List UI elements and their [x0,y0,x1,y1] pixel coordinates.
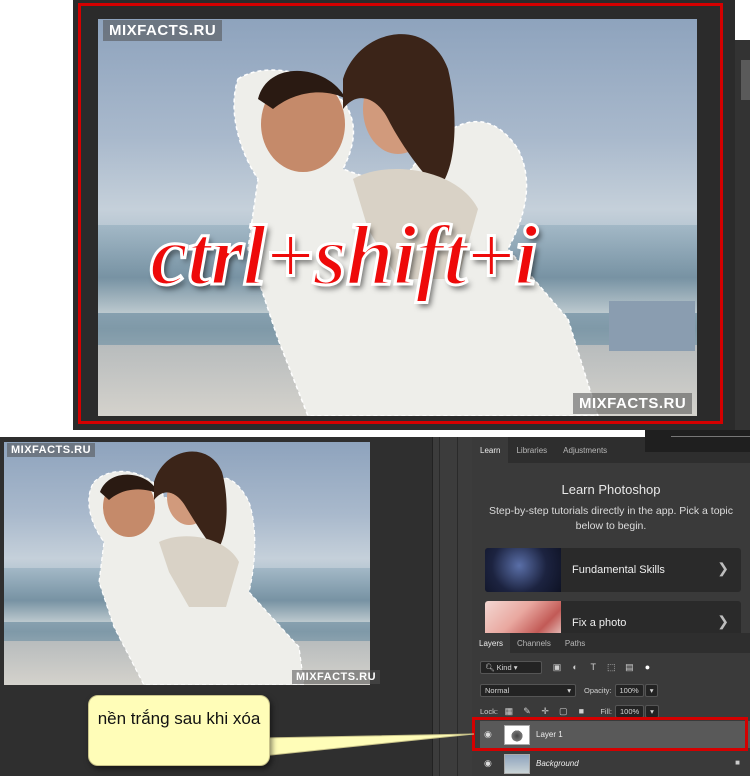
blend-mode-value: Normal [485,686,510,695]
layers-panel-tabs: Layers Channels Paths [472,633,750,653]
layer-lock-icon: ■ [735,758,740,767]
layer-row-background[interactable]: ◉ Background ■ [480,750,750,776]
panel-dock-strip [432,437,473,776]
panel-header-strip [645,430,750,452]
gray-patch [609,301,695,351]
opacity-label: Opacity: [584,686,612,695]
shape-filter-icon[interactable]: ⬚ [606,663,616,672]
smart-object-filter-icon[interactable]: ▤ [624,663,634,672]
kind-filter-select[interactable]: 🔍︎ Kind ▾ [480,661,542,674]
fundamental-skills-thumbnail [485,548,561,592]
adjustment-filter-icon[interactable]: ◐ [570,663,580,672]
learn-description: Step-by-step tutorials directly in the a… [489,505,733,532]
layer-thumbnail [504,754,530,774]
layer-1-highlight-box [472,717,748,751]
watermark-bottom-right-small: MIXFACTS.RU [292,670,381,684]
visibility-eye-icon[interactable]: ◉ [484,758,492,769]
chevron-right-icon: ❯ [717,560,729,576]
bottom-photo [4,442,370,685]
tab-layers[interactable]: Layers [472,633,511,653]
card-label: Fundamental Skills [572,564,665,576]
layers-panel: Layers Channels Paths 🔍︎ Kind ▾ ▣ ◐ T ⬚ … [472,633,750,776]
blend-row: Normal ▾ Opacity: 100% ▾ [480,684,659,697]
panel-edge [735,40,750,435]
card-label: Fix a photo [572,617,627,629]
callout-bubble: nền trắng sau khi xóa [88,695,270,766]
tab-learn[interactable]: Learn [472,437,509,463]
lock-image-icon[interactable]: ✎ [522,707,532,716]
lock-position-icon[interactable]: ✛ [540,707,550,716]
tab-channels[interactable]: Channels [510,633,558,653]
fill-label: Fill: [600,707,612,716]
card-fundamental-skills[interactable]: Fundamental Skills ❯ [485,548,741,592]
kind-label: Kind [496,663,512,672]
artboard-icon[interactable]: ▢ [558,707,568,716]
couple-figure-small [88,451,305,685]
filter-toggle-icon[interactable]: ● [642,663,652,672]
pixel-filter-icon[interactable]: ▣ [552,663,562,672]
chevron-right-icon: ❯ [717,613,729,629]
layer-name[interactable]: Background [536,759,579,768]
opacity-input[interactable]: 100% [614,684,644,697]
lock-transparent-icon[interactable]: ▦ [504,707,514,716]
watermark-top-left: MIXFACTS.RU [103,20,223,41]
callout-text: nền trắng sau khi xóa [97,709,261,728]
learn-title: Learn Photoshop [561,482,661,497]
blend-mode-select[interactable]: Normal ▾ [480,684,576,697]
shortcut-overlay-text: ctrl+shift+i [148,206,539,305]
watermark-bottom-right: MIXFACTS.RU [573,393,693,414]
tab-paths[interactable]: Paths [558,633,592,653]
watermark-top-left-small: MIXFACTS.RU [7,443,96,457]
filter-row: 🔍︎ Kind ▾ ▣ ◐ T ⬚ ▤ ● [480,661,658,674]
tab-libraries[interactable]: Libraries [508,437,555,463]
tab-adjustments[interactable]: Adjustments [555,437,615,463]
type-filter-icon[interactable]: T [588,663,598,672]
lock-label: Lock: [480,707,498,716]
opacity-dropdown[interactable]: ▾ [644,684,659,697]
lock-all-icon[interactable]: ■ [576,707,586,716]
learn-panel: Learn Libraries Adjustments Learn Photos… [472,437,750,645]
